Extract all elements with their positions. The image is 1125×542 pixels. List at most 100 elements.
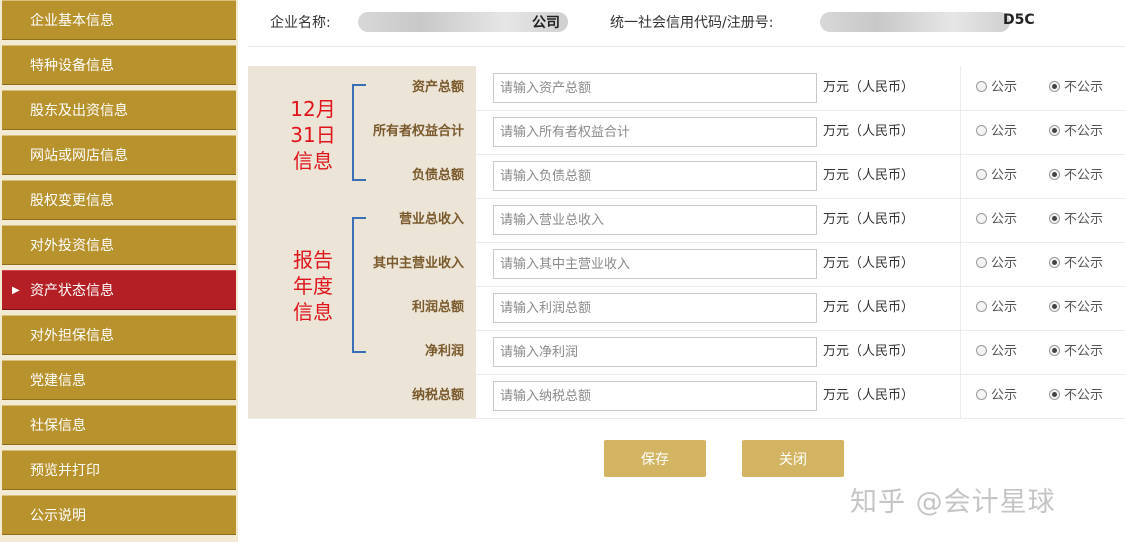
public-radio[interactable]: 公示 — [976, 124, 1017, 140]
unit-label: 万元（人民币） — [823, 124, 915, 139]
form-row-owners-equity: 所有者权益合计 万元（人民币） 公示 不公示 — [248, 110, 1125, 155]
radio-icon — [976, 169, 987, 180]
company-header: 企业名称: 公司 统一社会信用代码/注册号: D5C — [248, 0, 1125, 47]
radio-icon — [976, 389, 987, 400]
sidebar-item-special-equipment[interactable]: 特种设备信息 — [2, 45, 236, 85]
annotation-annual-info: 报告 年度 信息 — [293, 248, 333, 324]
net-profit-input[interactable] — [493, 337, 817, 367]
radio-checked-icon — [1049, 169, 1060, 180]
unit-label: 万元（人民币） — [823, 388, 915, 403]
radio-icon — [976, 301, 987, 312]
sidebar-item-label: 股东及出资信息 — [30, 103, 128, 119]
credit-code-label: 统一社会信用代码/注册号: — [610, 15, 774, 31]
unit-label: 万元（人民币） — [823, 344, 915, 359]
private-radio[interactable]: 不公示 — [1049, 124, 1103, 140]
private-radio[interactable]: 不公示 — [1049, 256, 1103, 272]
sidebar-item-asset-status[interactable]: ▶ 资产状态信息 — [2, 270, 236, 310]
total-tax-input[interactable] — [493, 381, 817, 411]
public-radio[interactable]: 公示 — [976, 80, 1017, 96]
field-label: 利润总额 — [411, 300, 464, 315]
main-business-revenue-input[interactable] — [493, 249, 817, 279]
unit-label: 万元（人民币） — [823, 300, 915, 315]
radio-icon — [976, 81, 987, 92]
total-assets-input[interactable] — [493, 73, 817, 103]
sidebar-item-instructions[interactable]: 公示说明 — [2, 495, 236, 535]
unit-label: 万元（人民币） — [823, 80, 915, 95]
total-liabilities-input[interactable] — [493, 161, 817, 191]
public-radio[interactable]: 公示 — [976, 344, 1017, 360]
unit-label: 万元（人民币） — [823, 168, 915, 183]
radio-icon — [976, 125, 987, 136]
private-radio[interactable]: 不公示 — [1049, 168, 1103, 184]
close-button[interactable]: 关闭 — [742, 440, 844, 477]
private-radio[interactable]: 不公示 — [1049, 344, 1103, 360]
radio-checked-icon — [1049, 213, 1060, 224]
radio-checked-icon — [1049, 389, 1060, 400]
field-label: 负债总额 — [411, 168, 464, 183]
public-radio[interactable]: 公示 — [976, 300, 1017, 316]
sidebar-item-label: 对外投资信息 — [30, 238, 114, 254]
radio-checked-icon — [1049, 125, 1060, 136]
sidebar-item-investment[interactable]: 对外投资信息 — [2, 225, 236, 265]
field-label: 资产总额 — [411, 80, 464, 95]
radio-icon — [976, 345, 987, 356]
private-radio[interactable]: 不公示 — [1049, 80, 1103, 96]
sidebar-item-label: 资产状态信息 — [30, 283, 114, 299]
field-label: 所有者权益合计 — [372, 124, 464, 139]
radio-checked-icon — [1049, 257, 1060, 268]
private-radio[interactable]: 不公示 — [1049, 300, 1103, 316]
form-row-total-tax: 纳税总额 万元（人民币） 公示 不公示 — [248, 374, 1125, 419]
sidebar-item-label: 预览并打印 — [30, 463, 100, 479]
sidebar-item-basic-info[interactable]: 企业基本信息 — [2, 0, 236, 40]
form-row-total-profit: 利润总额 万元（人民币） 公示 不公示 — [248, 286, 1125, 331]
sidebar-item-party[interactable]: 党建信息 — [2, 360, 236, 400]
unit-label: 万元（人民币） — [823, 256, 915, 271]
sidebar-item-guarantee[interactable]: 对外担保信息 — [2, 315, 236, 355]
field-label: 纳税总额 — [411, 388, 464, 403]
public-radio[interactable]: 公示 — [976, 212, 1017, 228]
sidebar-item-website[interactable]: 网站或网店信息 — [2, 135, 236, 175]
annotation-dec31-info: 12月 31日 信息 — [290, 97, 336, 173]
sidebar-item-equity-change[interactable]: 股权变更信息 — [2, 180, 236, 220]
form-row-main-business-revenue: 其中主营业收入 万元（人民币） 公示 不公示 — [248, 242, 1125, 287]
watermark: 知乎 @会计星球 — [850, 487, 1056, 518]
total-revenue-input[interactable] — [493, 205, 817, 235]
owners-equity-input[interactable] — [493, 117, 817, 147]
sidebar: 企业基本信息 特种设备信息 股东及出资信息 网站或网店信息 股权变更信息 对外投… — [0, 0, 238, 542]
radio-icon — [976, 213, 987, 224]
field-label: 营业总收入 — [398, 212, 464, 227]
form-row-total-assets: 资产总额 万元（人民币） 公示 不公示 — [248, 66, 1125, 111]
field-label: 净利润 — [424, 344, 464, 359]
active-arrow-icon: ▶ — [12, 285, 20, 296]
total-profit-input[interactable] — [493, 293, 817, 323]
company-name-suffix: 公司 — [532, 15, 560, 31]
public-radio[interactable]: 公示 — [976, 256, 1017, 272]
sidebar-item-label: 股权变更信息 — [30, 193, 114, 209]
unit-label: 万元（人民币） — [823, 212, 915, 227]
sidebar-item-label: 网站或网店信息 — [30, 148, 128, 164]
credit-code-suffix: D5C — [1003, 12, 1035, 28]
sidebar-item-shareholders[interactable]: 股东及出资信息 — [2, 90, 236, 130]
sidebar-item-label: 党建信息 — [30, 373, 86, 389]
form-row-net-profit: 净利润 万元（人民币） 公示 不公示 — [248, 330, 1125, 375]
radio-checked-icon — [1049, 345, 1060, 356]
sidebar-item-label: 特种设备信息 — [30, 58, 114, 74]
public-radio[interactable]: 公示 — [976, 168, 1017, 184]
sidebar-item-label: 企业基本信息 — [30, 13, 114, 29]
field-label: 其中主营业收入 — [372, 256, 464, 271]
save-button[interactable]: 保存 — [604, 440, 706, 477]
annotation-bracket-dec31 — [352, 84, 366, 181]
sidebar-item-label: 社保信息 — [30, 418, 86, 434]
annotation-bracket-annual — [352, 217, 366, 353]
private-radio[interactable]: 不公示 — [1049, 212, 1103, 228]
sidebar-item-preview-print[interactable]: 预览并打印 — [2, 450, 236, 490]
form-row-total-liabilities: 负债总额 万元（人民币） 公示 不公示 — [248, 154, 1125, 199]
private-radio[interactable]: 不公示 — [1049, 388, 1103, 404]
radio-checked-icon — [1049, 301, 1060, 312]
sidebar-item-social-insurance[interactable]: 社保信息 — [2, 405, 236, 445]
radio-icon — [976, 257, 987, 268]
public-radio[interactable]: 公示 — [976, 388, 1017, 404]
radio-checked-icon — [1049, 81, 1060, 92]
company-name-label: 企业名称: — [270, 15, 331, 31]
credit-code-redacted — [820, 12, 1010, 32]
